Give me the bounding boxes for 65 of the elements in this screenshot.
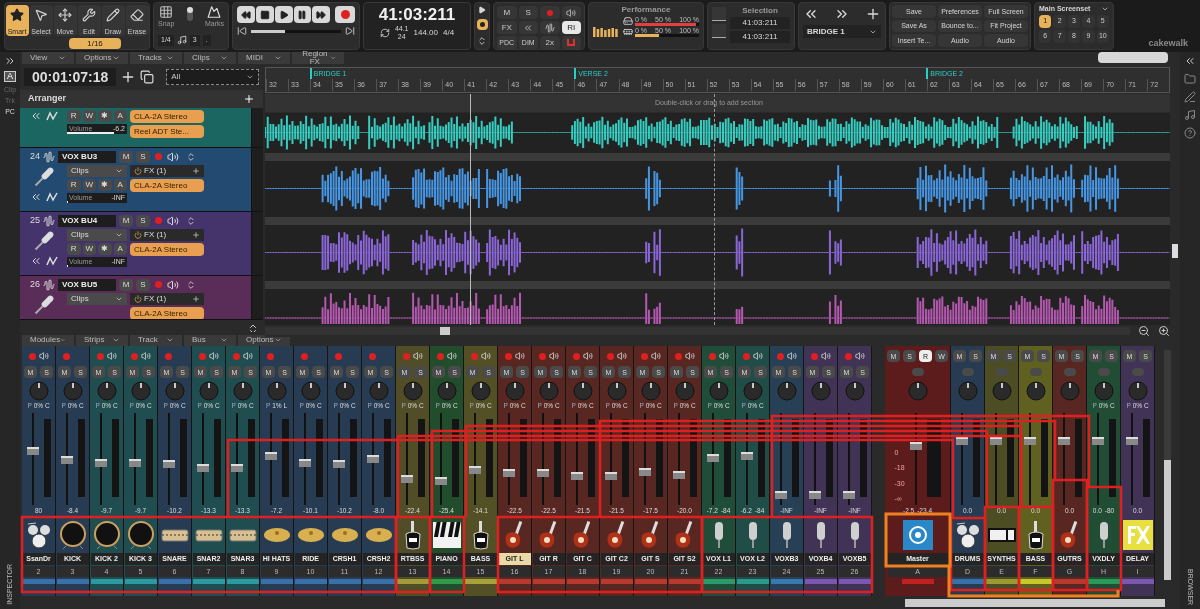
automation-button[interactable]: A <box>113 179 127 191</box>
arranger-title: Arranger <box>28 92 66 106</box>
track-name-field[interactable]: VOX BU3 <box>58 150 116 163</box>
track-number: 24 <box>29 149 40 163</box>
mute-button[interactable]: M <box>119 214 133 227</box>
plugin-button[interactable]: CLA-2A Stereo <box>130 110 204 123</box>
marker-dropdown[interactable]: BRIDGE 1 <box>803 25 881 38</box>
plugin-button[interactable]: Reel ADT Ste... <box>130 125 204 138</box>
filter-dropdown[interactable]: All <box>166 69 259 85</box>
solo-button[interactable]: S <box>136 278 150 291</box>
menu-button[interactable]: View <box>22 52 74 64</box>
menu-button[interactable]: Region FX <box>292 52 344 64</box>
mute-button[interactable]: M <box>119 278 133 291</box>
mix-button[interactable]: S <box>518 6 538 19</box>
selection-start[interactable]: 41:03:211 <box>730 17 790 29</box>
automation-button[interactable]: R <box>67 110 81 122</box>
track-number: 25 <box>29 213 40 227</box>
input-dropdown[interactable]: Clips <box>67 293 127 305</box>
plugin-button[interactable]: CLA-2A Stereo <box>130 179 204 192</box>
input-dropdown[interactable]: Clips <box>67 165 127 177</box>
fx-bin-header[interactable]: FX (1) <box>130 293 204 305</box>
input-dropdown[interactable]: Clips <box>67 229 127 241</box>
menu-button[interactable]: Track <box>130 334 182 346</box>
time-display: 00:01:07:18 <box>24 68 117 86</box>
plugin-button[interactable]: CLA-2A Stereo <box>130 307 204 319</box>
menu-button[interactable]: Options <box>238 334 290 346</box>
menu-button[interactable]: Clips <box>184 52 236 64</box>
track-name-field[interactable]: VOX BU5 <box>58 278 116 291</box>
automation-button[interactable]: W <box>82 110 96 122</box>
fx-bin-header[interactable]: FX (1) <box>130 229 204 241</box>
automation-button[interactable]: ✱ <box>98 110 112 122</box>
mix-button[interactable]: RI <box>561 21 581 34</box>
performance-title: Performance <box>620 4 672 16</box>
automation-button[interactable]: R <box>67 179 81 191</box>
solo-button[interactable]: S <box>136 150 150 163</box>
meter-value[interactable]: 4/4 <box>443 27 455 39</box>
menu-button[interactable]: Strips <box>76 334 128 346</box>
mute-button[interactable]: M <box>119 150 133 163</box>
plugin-button[interactable]: CLA-2A Stereo <box>130 243 204 256</box>
automation-button[interactable]: ✱ <box>98 179 112 191</box>
selection-title: Selection <box>742 5 778 17</box>
menu-button[interactable]: Bus <box>184 334 236 346</box>
menu-button[interactable]: Tracks <box>130 52 182 64</box>
tempo-value[interactable]: 144.00 <box>413 27 438 39</box>
mix-button[interactable]: M <box>497 6 517 19</box>
now-time-display: 41:03:211 <box>378 5 456 25</box>
track-number: 26 <box>29 277 40 291</box>
inspector-tab[interactable]: A <box>4 71 16 82</box>
automation-button[interactable]: W <box>82 179 96 191</box>
mix-button[interactable]: 2x <box>540 36 560 49</box>
menu-button[interactable]: Modules <box>22 334 74 346</box>
fx-bin-header[interactable]: FX (1) <box>130 165 204 177</box>
automation-button[interactable]: ✱ <box>98 243 112 255</box>
automation-button[interactable]: R <box>67 243 81 255</box>
automation-button[interactable]: A <box>113 243 127 255</box>
snap-resolution-dropdown[interactable]: 1/16 <box>69 38 121 49</box>
app-logo: cakewalk <box>1148 36 1188 50</box>
menu-button[interactable]: Options <box>76 52 128 64</box>
selection-end[interactable]: 41:03:211 <box>730 31 790 43</box>
automation-button[interactable]: W <box>82 243 96 255</box>
mix-button[interactable]: FX <box>497 21 517 34</box>
menu-button[interactable]: MIDI <box>238 52 290 64</box>
solo-button[interactable]: S <box>136 214 150 227</box>
track-name-field[interactable]: VOX BU4 <box>58 214 116 227</box>
automation-button[interactable]: A <box>113 110 127 122</box>
